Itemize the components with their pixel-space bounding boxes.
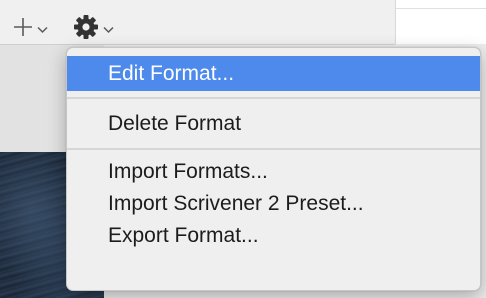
divider — [396, 8, 486, 9]
chevron-down-icon — [103, 21, 114, 39]
menu-item-edit-format[interactable]: Edit Format... — [67, 56, 480, 91]
settings-button[interactable] — [72, 13, 114, 46]
menu-item-import-formats[interactable]: Import Formats... — [67, 156, 480, 188]
add-button[interactable] — [12, 16, 48, 43]
toolbar — [0, 0, 395, 45]
gear-icon — [72, 13, 100, 46]
menu-item-export-format[interactable]: Export Format... — [67, 220, 480, 252]
plus-icon — [12, 16, 34, 43]
menu-separator — [67, 148, 480, 150]
menu-item-delete-format[interactable]: Delete Format — [67, 105, 480, 142]
menu-separator — [67, 97, 480, 99]
document-area — [395, 0, 486, 44]
settings-menu: Edit Format... Delete Format Import Form… — [66, 47, 481, 291]
menu-item-import-scrivener-preset[interactable]: Import Scrivener 2 Preset... — [67, 188, 480, 220]
chevron-down-icon — [37, 21, 48, 39]
